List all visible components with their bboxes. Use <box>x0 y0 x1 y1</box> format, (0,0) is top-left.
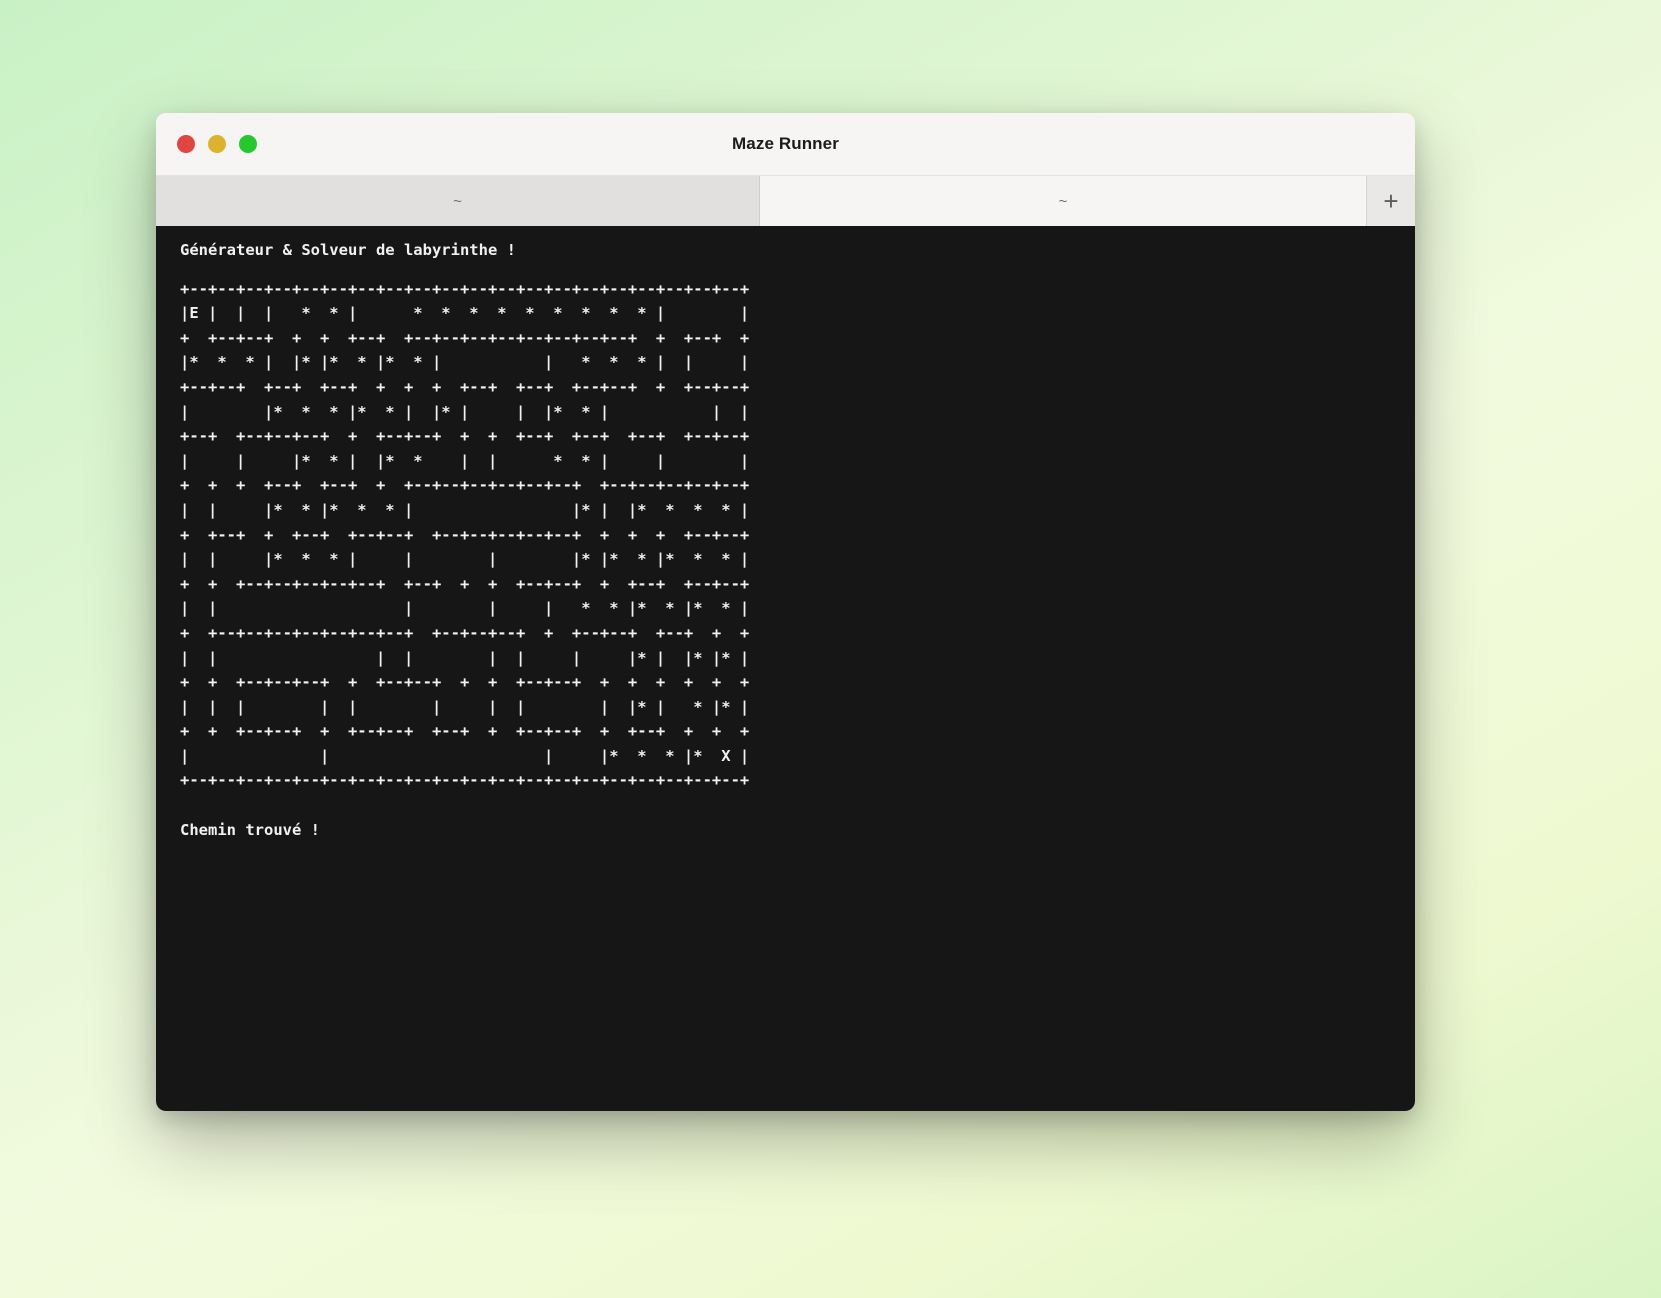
greeting-text: Générateur & Solveur de labyrinthe ! <box>180 241 516 259</box>
tab-2[interactable]: ~ <box>760 176 1366 226</box>
tab-bar: ~ ~ + <box>156 175 1415 226</box>
tab-1-label: ~ <box>453 192 462 210</box>
traffic-lights <box>177 135 257 153</box>
new-tab-button[interactable]: + <box>1366 176 1415 226</box>
maze-art: +--+--+--+--+--+--+--+--+--+--+--+--+--+… <box>180 279 750 790</box>
title-bar: Maze Runner <box>156 113 1415 175</box>
result-text: Chemin trouvé ! <box>180 821 320 840</box>
tab-2-label: ~ <box>1058 192 1068 210</box>
zoom-button[interactable] <box>239 135 257 153</box>
minimize-button[interactable] <box>208 135 226 153</box>
terminal-content[interactable]: Générateur & Solveur de labyrinthe ! +--… <box>156 226 1415 1111</box>
terminal-window: Maze Runner ~ ~ + Générateur & Solveur d… <box>156 113 1415 1111</box>
tab-1[interactable]: ~ <box>156 176 760 226</box>
plus-icon: + <box>1383 186 1399 216</box>
close-button[interactable] <box>177 135 195 153</box>
window-title: Maze Runner <box>732 134 839 153</box>
